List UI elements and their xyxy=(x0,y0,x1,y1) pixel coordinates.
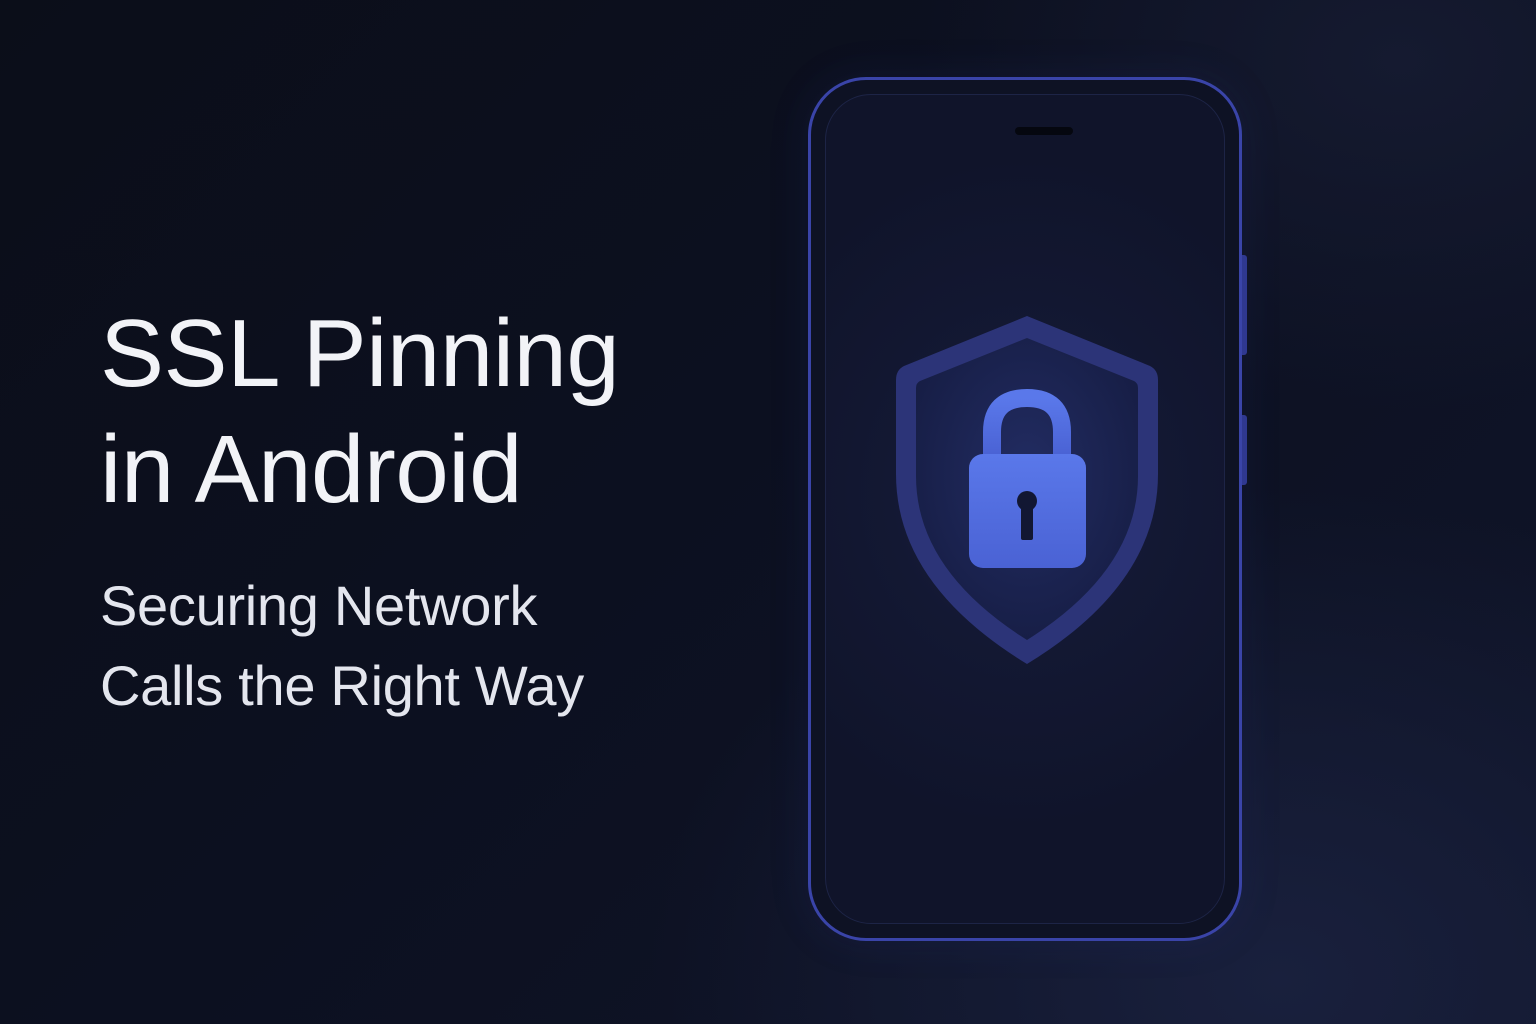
subheadline-line-2: Calls the Right Way xyxy=(100,654,584,717)
keyhole-slot xyxy=(1021,504,1033,540)
shield-lock-icon xyxy=(896,316,1158,664)
phone-side-button xyxy=(1242,255,1247,355)
headline-line-1: SSL Pinning xyxy=(100,300,620,407)
phone-side-button xyxy=(1242,415,1247,485)
subheadline-line-1: Securing Network xyxy=(100,574,538,637)
headline-line-2: in Android xyxy=(100,416,522,523)
headline: SSL Pinning in Android xyxy=(100,296,720,528)
phone-speaker xyxy=(1015,127,1073,135)
subheadline: Securing Network Calls the Right Way xyxy=(100,566,720,726)
